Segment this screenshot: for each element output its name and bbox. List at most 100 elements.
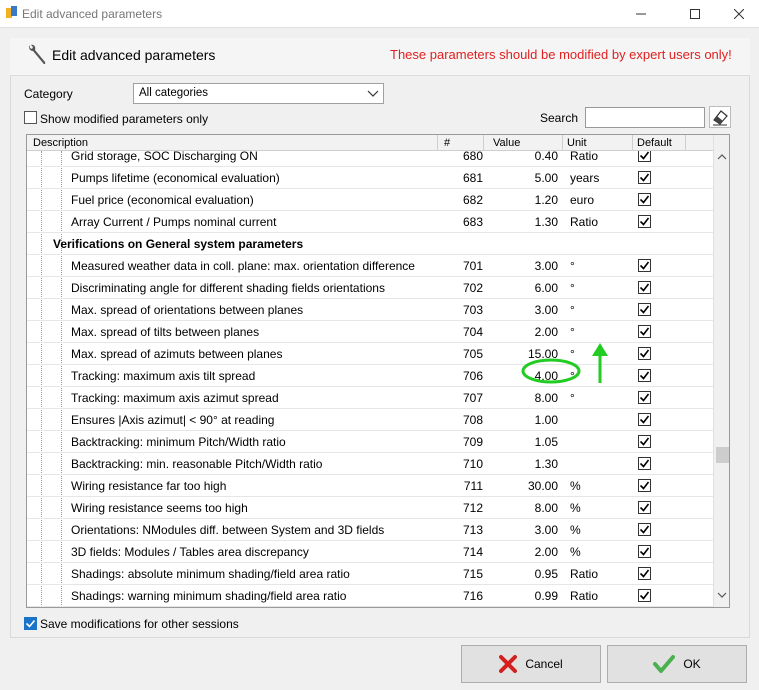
table-row[interactable]: Max. spread of orientations between plan…	[27, 299, 713, 321]
default-checkbox[interactable]	[638, 281, 651, 294]
table-row[interactable]: Ensures |Axis azimut| < 90° at reading 70…	[27, 409, 713, 431]
table-row[interactable]: Tracking: maximum axis tilt spread 706 4.0…	[27, 365, 713, 387]
cancel-button[interactable]: Cancel	[461, 645, 601, 683]
scrollbar-thumb[interactable]	[716, 447, 729, 463]
parameter-value[interactable]: 2.00	[507, 545, 558, 559]
table-row[interactable]: Max. spread of tilts between planes 704 2.…	[27, 321, 713, 343]
parameter-value[interactable]: 1.00	[507, 413, 558, 427]
parameter-number: 704	[462, 325, 483, 339]
search-input[interactable]	[585, 107, 705, 128]
parameter-description: Shadings: absolute minimum shading/field…	[71, 567, 350, 581]
table-row[interactable]: Max. spread of azimuts between planes 705…	[27, 343, 713, 365]
table-row[interactable]: Grid storage, SOC Discharging ON 680 0.40 R…	[27, 151, 713, 167]
default-checkbox[interactable]	[638, 567, 651, 580]
table-row[interactable]: Wiring resistance seems too high 712 8.00%	[27, 497, 713, 519]
table-row[interactable]: Backtracking: minimum Pitch/Width ratio 7…	[27, 431, 713, 453]
default-checkbox[interactable]	[638, 501, 651, 514]
default-checkbox[interactable]	[638, 589, 651, 602]
parameter-value[interactable]: 30.00	[507, 479, 558, 493]
default-checkbox[interactable]	[638, 479, 651, 492]
save-modifications-checkbox[interactable]	[24, 617, 37, 630]
parameter-unit: °	[570, 391, 575, 405]
parameter-description: Pumps lifetime (economical evaluation)	[71, 171, 280, 185]
default-checkbox[interactable]	[638, 391, 651, 404]
parameter-description: Wiring resistance seems too high	[71, 501, 248, 515]
table-row[interactable]: 3D fields: Modules / Tables area discrep…	[27, 541, 713, 563]
parameter-value[interactable]: 0.99	[507, 589, 558, 603]
table-row[interactable]: Array Current / Pumps nominal current 683…	[27, 211, 713, 233]
parameter-value[interactable]: 4.00	[507, 369, 558, 383]
parameter-value[interactable]: 8.00	[507, 391, 558, 405]
parameter-value[interactable]: 8.00	[507, 501, 558, 515]
table-row[interactable]: Tracking: maximum axis azimut spread 707 8…	[27, 387, 713, 409]
parameter-value[interactable]: 2.00	[507, 325, 558, 339]
default-checkbox[interactable]	[638, 151, 651, 162]
default-checkbox[interactable]	[638, 325, 651, 338]
table-row[interactable]: Shadings: warning minimum shading/field …	[27, 585, 713, 607]
default-checkbox[interactable]	[638, 545, 651, 558]
default-checkbox[interactable]	[638, 347, 651, 360]
maximize-button[interactable]	[672, 0, 718, 28]
close-button[interactable]	[716, 0, 759, 28]
app-icon	[6, 6, 17, 18]
parameter-value[interactable]: 15.00	[507, 347, 558, 361]
parameter-value[interactable]: 3.00	[507, 523, 558, 537]
column-default[interactable]: Default	[637, 137, 672, 149]
default-checkbox[interactable]	[638, 369, 651, 382]
parameter-value[interactable]: 5.00	[507, 171, 558, 185]
checkmark-icon	[639, 217, 650, 226]
table-row[interactable]: Fuel price (economical evaluation) 682 1.2…	[27, 189, 713, 211]
parameter-value[interactable]: 6.00	[507, 281, 558, 295]
default-checkbox[interactable]	[638, 457, 651, 470]
default-checkbox[interactable]	[638, 259, 651, 272]
parameter-description: Tracking: maximum axis azimut spread	[71, 391, 279, 405]
default-checkbox[interactable]	[638, 215, 651, 228]
minimize-button[interactable]	[618, 0, 664, 28]
table-body: Grid storage, SOC Discharging ON 680 0.40 R…	[27, 151, 713, 607]
clear-search-button[interactable]	[709, 106, 731, 128]
checkmark-icon	[639, 459, 650, 468]
check-icon	[653, 655, 676, 673]
column-value[interactable]: Value	[493, 137, 520, 149]
parameter-unit: %	[570, 523, 581, 537]
default-checkbox[interactable]	[638, 413, 651, 426]
column-description[interactable]: Description	[33, 137, 88, 149]
table-row[interactable]: Wiring resistance far too high 711 30.00%	[27, 475, 713, 497]
checkmark-icon	[639, 305, 650, 314]
scroll-up-icon[interactable]	[717, 153, 727, 161]
group-row[interactable]: Verifications on General system paramete…	[27, 233, 713, 255]
scroll-down-icon[interactable]	[717, 591, 727, 599]
column-unit[interactable]: Unit	[567, 137, 587, 149]
table-row[interactable]: Backtracking: min. reasonable Pitch/Widt…	[27, 453, 713, 475]
default-checkbox[interactable]	[638, 171, 651, 184]
table-row[interactable]: Shadings: absolute minimum shading/field…	[27, 563, 713, 585]
show-modified-checkbox[interactable]	[24, 111, 37, 124]
parameter-value[interactable]: 1.05	[507, 435, 558, 449]
search-label: Search	[540, 111, 579, 125]
default-checkbox[interactable]	[638, 435, 651, 448]
table-row[interactable]: Measured weather data in coll. plane: ma…	[27, 255, 713, 277]
table-row[interactable]: Discriminating angle for different shadi…	[27, 277, 713, 299]
parameter-value[interactable]: 0.40	[507, 151, 558, 163]
parameter-value[interactable]: 1.30	[507, 215, 558, 229]
default-checkbox[interactable]	[638, 193, 651, 206]
default-checkbox[interactable]	[638, 523, 651, 536]
table-row[interactable]: Orientations: NModules diff. between Sys…	[27, 519, 713, 541]
parameter-value[interactable]: 0.95	[507, 567, 558, 581]
parameter-value[interactable]: 1.30	[507, 457, 558, 471]
page-heading: Edit advanced parameters	[52, 47, 216, 63]
column-number[interactable]: #	[444, 137, 450, 149]
ok-button[interactable]: OK	[607, 645, 747, 683]
table-row[interactable]: Pumps lifetime (economical evaluation) 68…	[27, 167, 713, 189]
parameter-value[interactable]: 3.00	[507, 303, 558, 317]
parameter-value[interactable]: 3.00	[507, 259, 558, 273]
parameter-number: 714	[462, 545, 483, 559]
parameter-value[interactable]: 1.20	[507, 193, 558, 207]
parameter-description: Backtracking: minimum Pitch/Width ratio	[71, 435, 286, 449]
parameter-unit: Ratio	[570, 151, 599, 163]
checkmark-icon	[639, 283, 650, 292]
parameter-unit: °	[570, 369, 575, 383]
vertical-scrollbar[interactable]	[713, 135, 729, 607]
category-select[interactable]: All categories	[133, 83, 384, 104]
default-checkbox[interactable]	[638, 303, 651, 316]
